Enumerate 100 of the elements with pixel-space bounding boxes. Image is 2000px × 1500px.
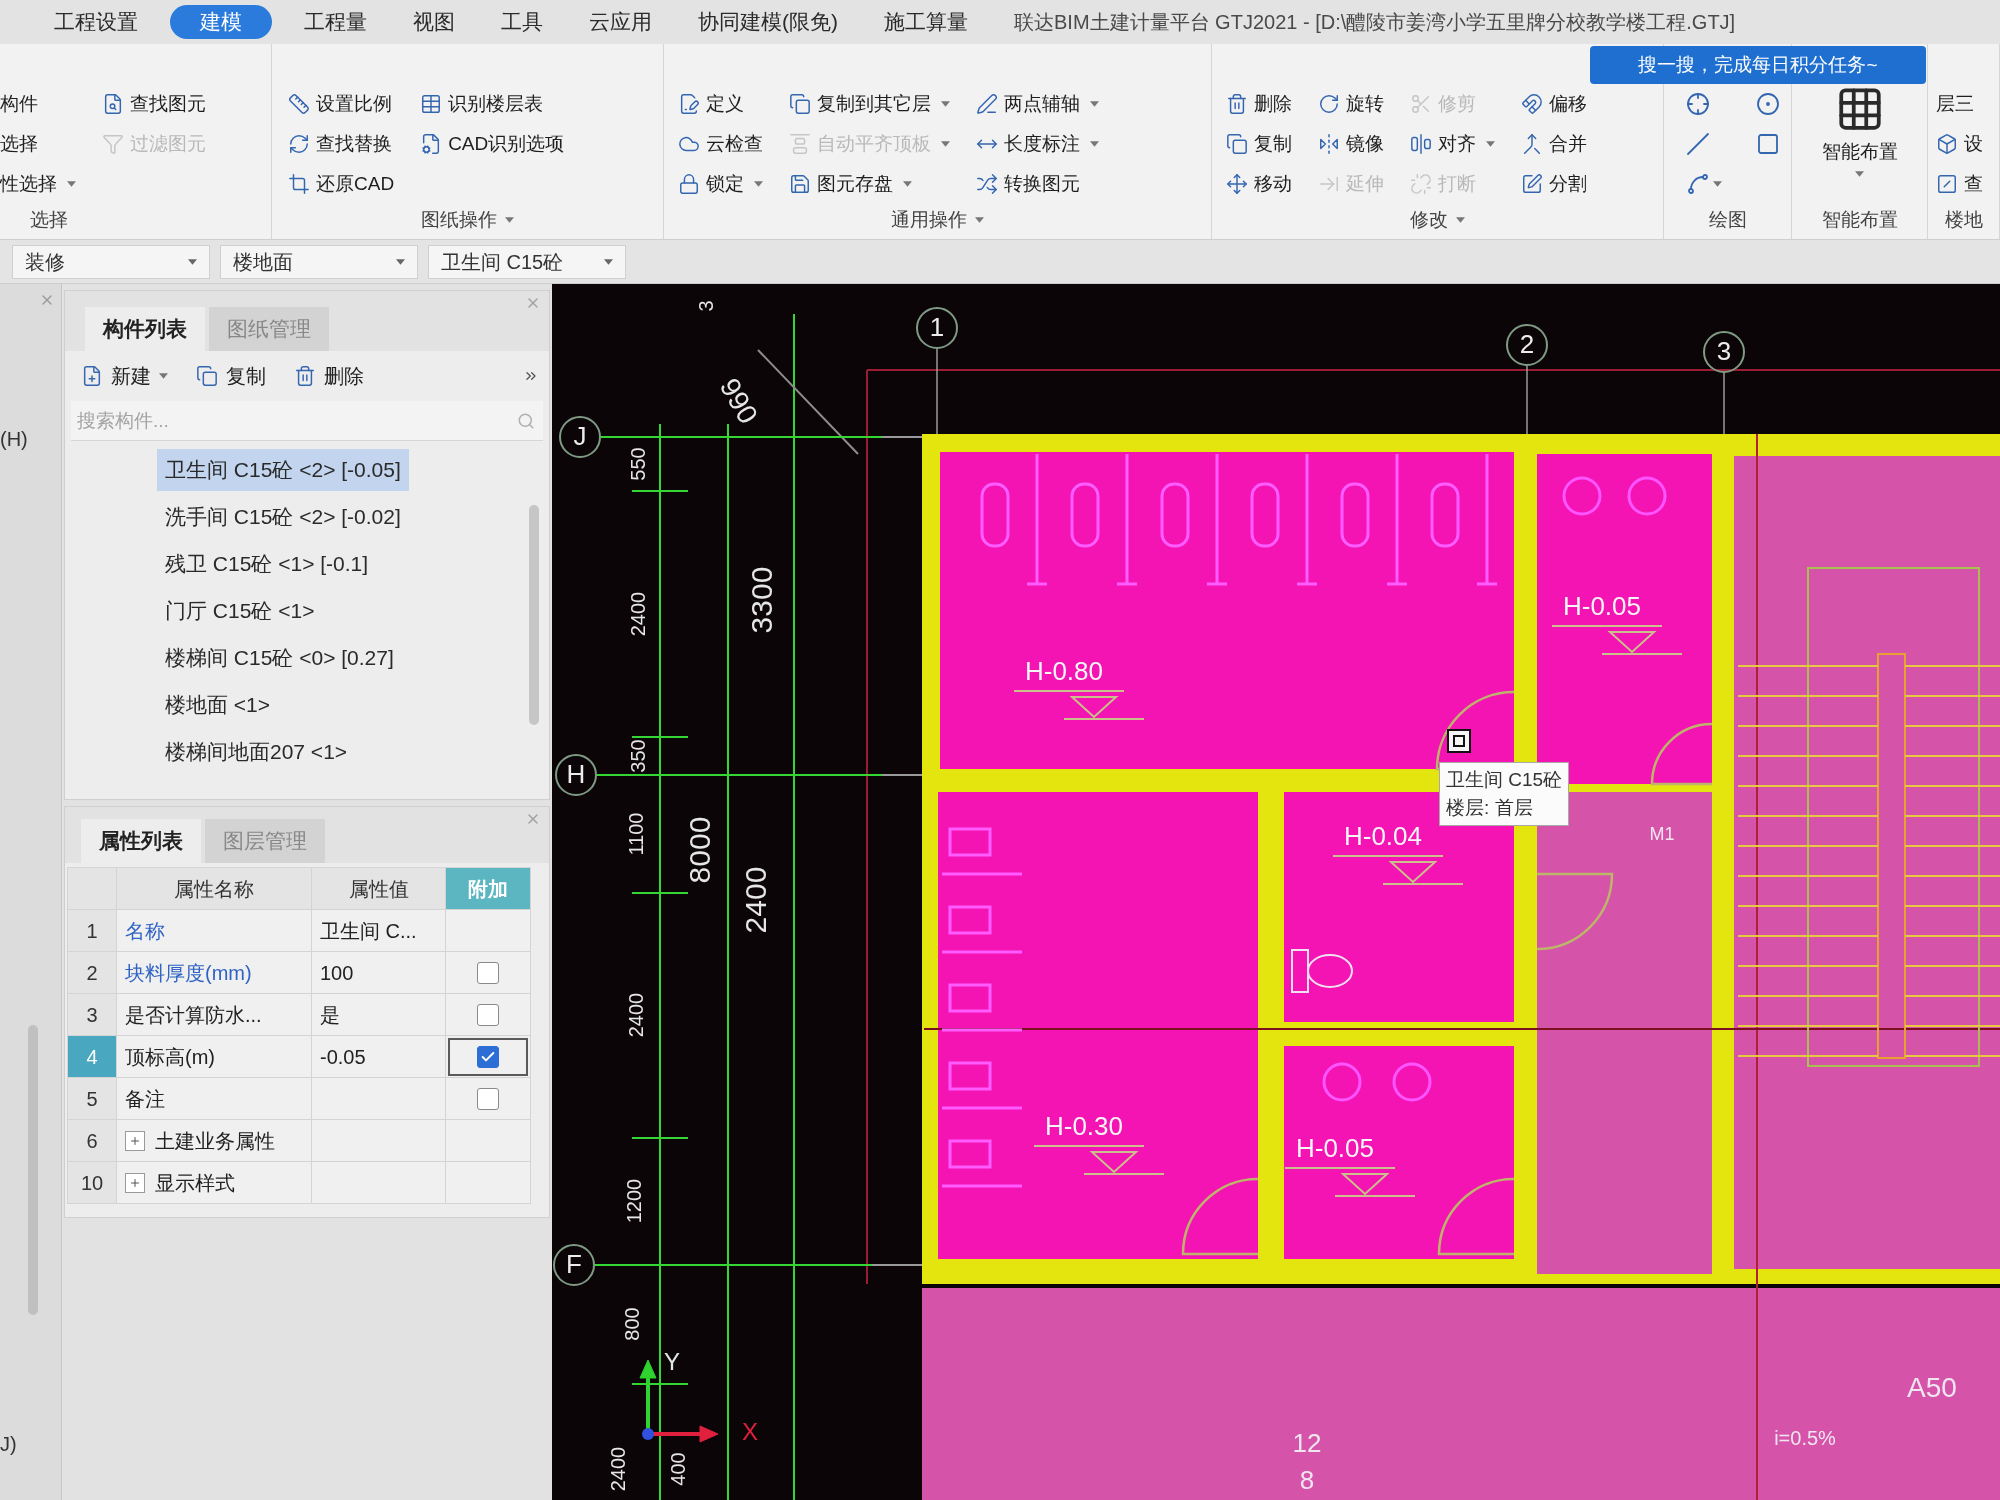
- row-number-cell: 1: [68, 910, 117, 952]
- dimension-label: 3300: [744, 566, 778, 634]
- expand-icon[interactable]: [125, 1130, 145, 1151]
- panel-tool-button[interactable]: 删除: [294, 361, 364, 391]
- origin-icon: [642, 1428, 654, 1440]
- dropdown-select[interactable]: 楼地面: [220, 244, 418, 279]
- menu-tab[interactable]: 视图: [399, 5, 469, 39]
- level-label: H-0.04: [1344, 820, 1422, 851]
- ribbon-tool-button[interactable]: 旋转: [1318, 84, 1384, 124]
- ribbon-tool-button[interactable]: 设置比例: [288, 84, 395, 124]
- level-label: H-0.80: [1025, 655, 1103, 686]
- ribbon-tool-button[interactable]: 转换图元: [976, 164, 1099, 204]
- ribbon-tool-button[interactable]: 合并: [1521, 124, 1587, 164]
- checkbox[interactable]: [477, 1087, 499, 1110]
- dimension-label: 550: [627, 447, 650, 481]
- menu-tab[interactable]: 工程设置: [40, 5, 152, 39]
- navigation-item-label: (H): [0, 427, 29, 452]
- ribbon-tool-button[interactable]: 查: [1936, 164, 1983, 204]
- ribbon-group-label: 楼地: [1944, 207, 1983, 232]
- dimension-label: 8000: [682, 816, 716, 884]
- checkbox[interactable]: [477, 1045, 499, 1068]
- component-list-item[interactable]: 楼地面 <1>: [157, 684, 279, 726]
- ribbon-tool-button[interactable]: 复制: [1226, 124, 1292, 164]
- ribbon-tool-button[interactable]: 性选择: [0, 164, 76, 204]
- ribbon-tool-button[interactable]: 复制到其它层: [789, 84, 950, 124]
- broken-link-icon: [1410, 173, 1432, 195]
- panel-tab[interactable]: 属性列表: [81, 819, 201, 863]
- selection-cursor-icon: [1447, 729, 1471, 753]
- component-list-item[interactable]: 洗手间 C15砼 <2> [-0.02]: [157, 496, 409, 538]
- property-value: -0.05: [320, 1044, 366, 1070]
- ribbon-tool-button[interactable]: 图元存盘: [789, 164, 950, 204]
- menu-tab[interactable]: 工程量: [290, 5, 381, 39]
- checkbox[interactable]: [477, 961, 499, 984]
- magnet-icon: [1521, 93, 1543, 115]
- square-slash-icon: [1936, 173, 1958, 195]
- ribbon-tool-button[interactable]: 对齐: [1410, 124, 1495, 164]
- ribbon-tool-button[interactable]: 长度标注: [976, 124, 1099, 164]
- axis-marker: 2: [1506, 324, 1548, 366]
- component-list-item[interactable]: 楼梯间地面207 <1>: [157, 731, 356, 773]
- align-top-icon: [789, 133, 811, 155]
- row-number-cell: 4: [68, 1036, 117, 1078]
- trash-icon: [294, 365, 316, 387]
- expand-icon[interactable]: [125, 1172, 145, 1193]
- ribbon-group-label: 绘图: [1708, 207, 1747, 232]
- ribbon-tool-button[interactable]: 还原CAD: [288, 164, 395, 204]
- row-number-cell: 2: [68, 952, 117, 994]
- panel-tool-button[interactable]: 复制: [196, 361, 266, 391]
- ribbon-tool-button[interactable]: 删除: [1226, 84, 1292, 124]
- menu-tab[interactable]: 施工算量: [870, 5, 982, 39]
- tooltip-line: 卫生间 C15砼: [1446, 768, 1563, 792]
- ribbon-tool-button[interactable]: 锁定: [678, 164, 763, 204]
- dimension-label: 990: [713, 372, 764, 429]
- ribbon-tool-button[interactable]: 分割: [1521, 164, 1587, 204]
- property-group-name: 土建业务属性: [155, 1128, 275, 1154]
- component-list-item[interactable]: 楼梯间 C15砼 <0> [0.27]: [157, 637, 402, 679]
- panel-tab[interactable]: 构件列表: [85, 307, 205, 351]
- dropdown-select[interactable]: 卫生间 C15砼: [428, 244, 626, 279]
- ribbon-tool-button[interactable]: CAD识别选项: [420, 124, 565, 164]
- dropdown-select[interactable]: 装修: [12, 244, 210, 279]
- crop-icon: [288, 173, 310, 195]
- ribbon-tool-button[interactable]: 定义: [678, 84, 763, 124]
- property-value: 卫生间 C...: [320, 918, 417, 944]
- ribbon-tool-button[interactable]: 镜像: [1318, 124, 1384, 164]
- smart-layout-button[interactable]: 智能布置: [1821, 84, 1898, 177]
- component-list-item[interactable]: 门厅 C15砼 <1>: [157, 590, 323, 632]
- ribbon-tool-button[interactable]: 构件: [0, 84, 76, 124]
- menu-tab[interactable]: 协同建模(限免): [684, 5, 852, 39]
- menu-tab[interactable]: 建模: [170, 5, 272, 39]
- component-list-item[interactable]: 卫生间 C15砼 <2> [-0.05]: [157, 449, 409, 491]
- slash-line-icon: [1686, 132, 1710, 156]
- ribbon-tool-button[interactable]: 两点辅轴: [976, 84, 1099, 124]
- level-symbol-icon: [1013, 690, 1145, 720]
- checkbox[interactable]: [477, 1003, 499, 1026]
- ribbon-group-label: 修改: [1410, 207, 1448, 232]
- ribbon-tool-button[interactable]: 层三: [1936, 84, 1983, 124]
- ribbon-tool-button[interactable]: 识别楼层表: [420, 84, 565, 124]
- shuffle-icon: [976, 173, 998, 195]
- menu-tab[interactable]: 工具: [487, 5, 557, 39]
- panel-tool-button[interactable]: 新建: [81, 361, 168, 391]
- ribbon-tool-button[interactable]: 云检查: [678, 124, 763, 164]
- ribbon-tool-button[interactable]: 选择: [0, 124, 76, 164]
- property-value: 100: [320, 960, 354, 986]
- ribbon-tool-button[interactable]: 移动: [1226, 164, 1292, 204]
- pen-line-icon: [976, 93, 998, 115]
- menu-tab[interactable]: 云应用: [575, 5, 666, 39]
- ribbon-tool-button[interactable]: 查找替换: [288, 124, 395, 164]
- caret-icon: [396, 258, 405, 265]
- level-symbol-icon: [1332, 855, 1464, 885]
- dimension-label: 2400: [738, 866, 772, 934]
- navigation-item-label: J): [0, 1432, 18, 1457]
- row-number-cell: 3: [68, 994, 117, 1036]
- sink-icon: [1322, 1062, 1362, 1102]
- curve-icon: [1686, 172, 1710, 196]
- ribbon-tool-button[interactable]: 偏移: [1521, 84, 1587, 124]
- ribbon-tool-button[interactable]: 设: [1936, 124, 1983, 164]
- ribbon-tool-button[interactable]: 查找图元: [102, 84, 206, 124]
- search-field[interactable]: 搜索构件...: [71, 401, 543, 441]
- drawing-note: A50: [1907, 1372, 1957, 1404]
- copy-icon: [789, 93, 811, 115]
- component-list-item[interactable]: 残卫 C15砼 <1> [-0.1]: [157, 543, 377, 585]
